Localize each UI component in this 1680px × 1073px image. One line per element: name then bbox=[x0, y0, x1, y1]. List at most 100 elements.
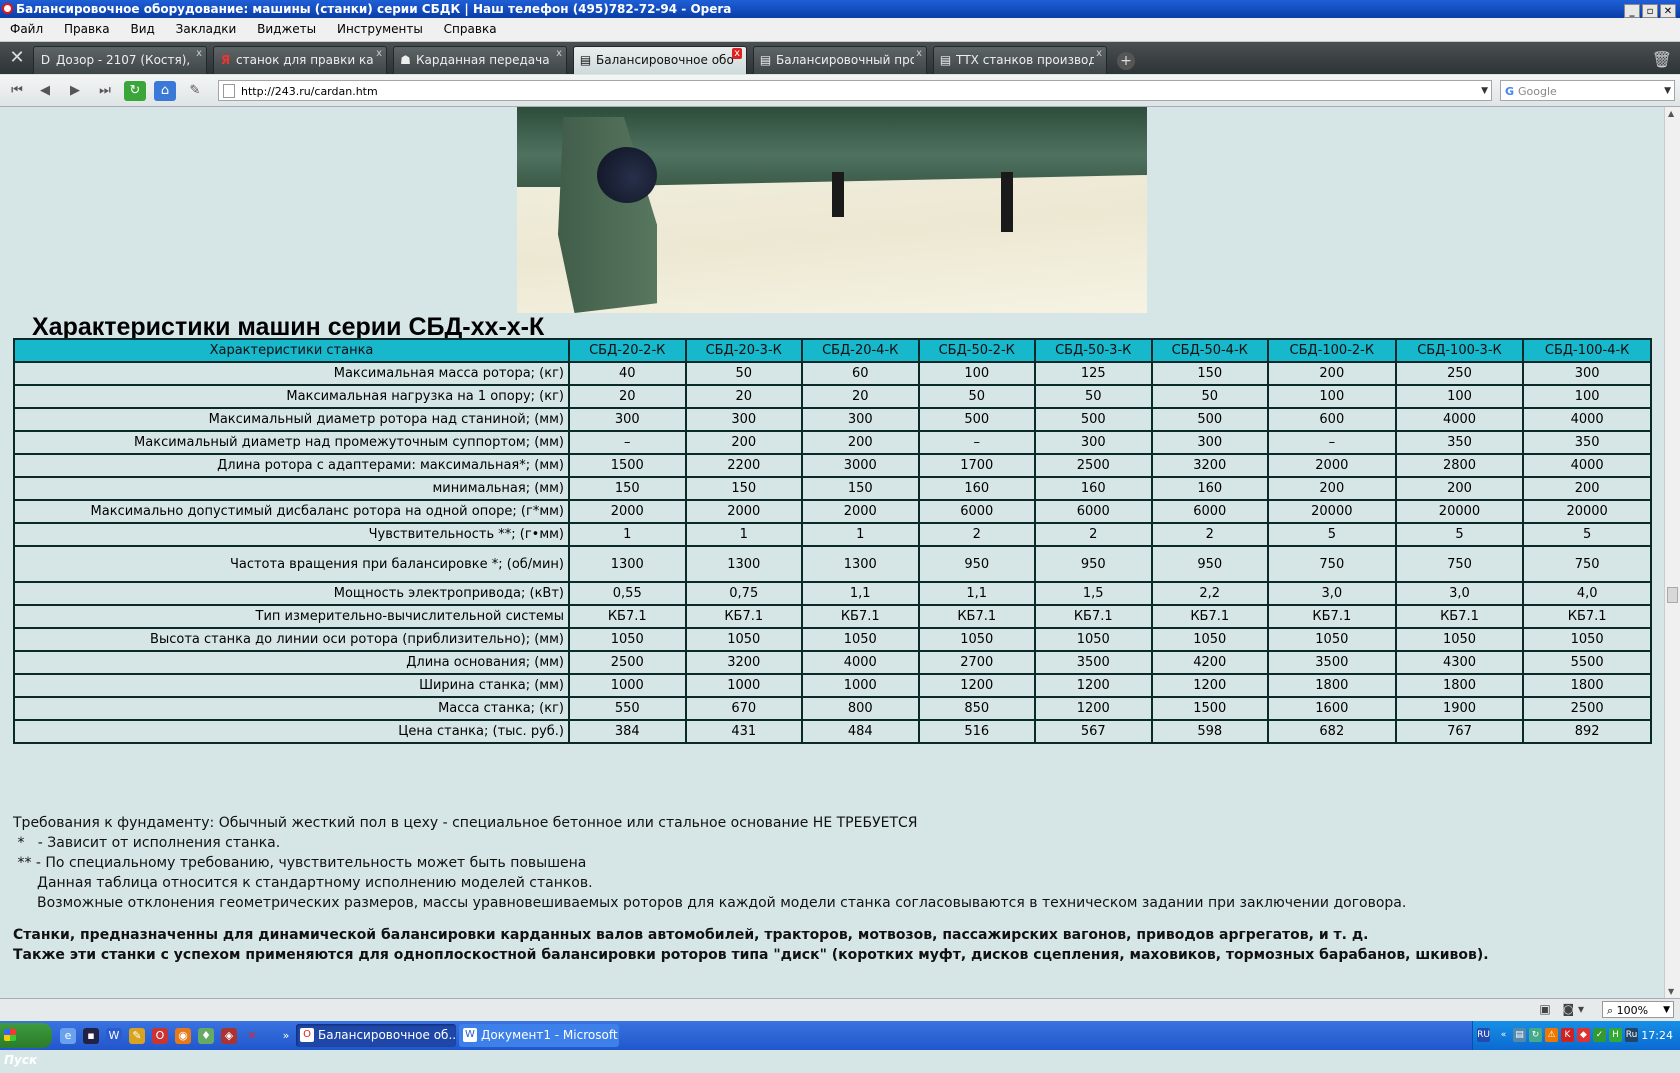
tab-label: Дозор - 2107 (Костя), ... bbox=[56, 53, 194, 67]
security-icon[interactable]: ⚠ bbox=[1545, 1028, 1558, 1042]
opera-icon[interactable]: O bbox=[152, 1028, 168, 1044]
back-icon[interactable]: ◀ bbox=[34, 81, 56, 101]
table-cell: 1500 bbox=[1150, 696, 1269, 721]
language-indicator[interactable]: RU bbox=[1477, 1028, 1490, 1042]
new-tab-icon[interactable]: + bbox=[1117, 52, 1135, 70]
word-icon: W bbox=[463, 1028, 477, 1042]
table-cell: 0,55 bbox=[568, 581, 687, 606]
tab-close-icon[interactable]: x bbox=[196, 48, 202, 59]
tab-favicon-icon: ▤ bbox=[579, 53, 592, 67]
app-icon[interactable]: ♦ bbox=[198, 1028, 214, 1044]
panel-icon[interactable]: ▣ bbox=[1539, 1002, 1550, 1016]
close-window-button[interactable]: ✕ bbox=[1660, 4, 1676, 18]
table-cell: 20 bbox=[684, 384, 803, 409]
tab-close-icon[interactable]: x bbox=[916, 48, 922, 59]
scroll-down-icon[interactable]: ▼ bbox=[1668, 987, 1674, 996]
table-cell: КБ7.1 bbox=[1034, 604, 1153, 629]
tab-6[interactable]: ▤ ТТХ станков производ... x bbox=[933, 46, 1107, 74]
purpose-line: Станки, предназначенны для динамической … bbox=[13, 927, 1369, 943]
zoom-dropdown-icon[interactable]: ▼ bbox=[1663, 1002, 1670, 1019]
tab-favicon-icon: D bbox=[40, 53, 51, 67]
table-cell: 20000 bbox=[1522, 499, 1652, 524]
column-header: СБД-20-3-К bbox=[684, 338, 803, 363]
tool-icon[interactable]: ✎ bbox=[129, 1028, 145, 1044]
tray-expand-icon[interactable]: « bbox=[1497, 1028, 1510, 1042]
reload-icon[interactable]: ↻ bbox=[124, 81, 146, 101]
system-tray: RU « ▤ ↻ ⚠ K ◆ ✓ H Ru 17:24 bbox=[1472, 1021, 1680, 1050]
tab-2[interactable]: Я станок для правки кар... x bbox=[213, 46, 387, 74]
maximize-button[interactable]: ▫ bbox=[1642, 4, 1658, 18]
table-cell: – bbox=[917, 430, 1036, 455]
minimize-button[interactable]: _ bbox=[1624, 4, 1640, 18]
menu-file[interactable]: Файл bbox=[10, 18, 43, 41]
tab-1[interactable]: D Дозор - 2107 (Костя), ... x bbox=[33, 46, 207, 74]
tools-icon[interactable]: ✕ bbox=[4, 47, 30, 69]
table-cell: 100 bbox=[917, 361, 1036, 386]
scrollbar-thumb[interactable] bbox=[1667, 587, 1678, 603]
app-tray-icon[interactable]: ✓ bbox=[1593, 1028, 1606, 1042]
zoom-control[interactable]: ⌕ 100% ▼ bbox=[1602, 1001, 1674, 1018]
table-cell: 1000 bbox=[684, 673, 803, 698]
table-cell: 1050 bbox=[1522, 627, 1652, 652]
menu-view[interactable]: Вид bbox=[130, 18, 154, 41]
antivirus-icon[interactable]: K bbox=[1561, 1028, 1574, 1042]
column-header: СБД-100-2-К bbox=[1267, 338, 1397, 363]
tab-close-icon[interactable]: x bbox=[732, 48, 742, 59]
taskbar-item-opera[interactable]: O Балансировочное об... bbox=[296, 1024, 456, 1047]
taskbar-item-word[interactable]: W Документ1 - Microsoft ... bbox=[459, 1024, 619, 1047]
menu-bookmarks[interactable]: Закладки bbox=[176, 18, 237, 41]
search-dropdown-icon[interactable]: ▼ bbox=[1664, 81, 1671, 102]
word-icon[interactable]: W bbox=[106, 1028, 122, 1044]
table-cell: 950 bbox=[917, 545, 1036, 583]
table-cell: КБ7.1 bbox=[1267, 604, 1397, 629]
camera-icon[interactable]: ◙ bbox=[1562, 1002, 1574, 1016]
firefox-icon[interactable]: ◉ bbox=[175, 1028, 191, 1044]
tab-5[interactable]: ▤ Балансировочный прог... x bbox=[753, 46, 927, 74]
menu-help[interactable]: Справка bbox=[444, 18, 497, 41]
ie-icon[interactable]: e bbox=[60, 1028, 76, 1044]
purpose-line: Также эти станки с успехом применяются д… bbox=[13, 947, 1489, 963]
search-field[interactable]: G Google ▼ bbox=[1500, 80, 1675, 101]
task-label: Балансировочное об... bbox=[318, 1028, 456, 1042]
table-cell: 6000 bbox=[1034, 499, 1153, 524]
app-tray-icon[interactable]: H bbox=[1609, 1028, 1622, 1042]
tab-favicon-icon: ▤ bbox=[939, 53, 952, 67]
update-icon[interactable]: ↻ bbox=[1529, 1028, 1542, 1042]
app-icon[interactable]: ◈ bbox=[221, 1028, 237, 1044]
tab-3[interactable]: ☗ Карданная передача (... x bbox=[393, 46, 567, 74]
tab-close-icon[interactable]: x bbox=[376, 48, 382, 59]
table-cell: 2500 bbox=[1034, 453, 1153, 478]
close-icon[interactable]: ✕ bbox=[244, 1028, 260, 1044]
address-field[interactable]: http://243.ru/cardan.htm ▼ bbox=[218, 80, 1492, 101]
tab-close-icon[interactable]: x bbox=[1096, 48, 1102, 59]
url-dropdown-icon[interactable]: ▼ bbox=[1481, 81, 1488, 102]
table-cell: КБ7.1 bbox=[801, 604, 920, 629]
table-cell: 1200 bbox=[917, 673, 1036, 698]
task-label: Документ1 - Microsoft ... bbox=[481, 1028, 619, 1042]
rewind-icon[interactable]: ⏮ bbox=[6, 81, 28, 101]
menu-edit[interactable]: Правка bbox=[64, 18, 110, 41]
fast-forward-icon[interactable]: ⏭ bbox=[94, 81, 116, 101]
menu-widgets[interactable]: Виджеты bbox=[257, 18, 316, 41]
table-row: Тип измерительно-вычислительной системы К… bbox=[13, 604, 1652, 629]
start-button[interactable]: Пуск bbox=[0, 1023, 52, 1067]
keyboard-layout-icon[interactable]: Ru bbox=[1625, 1028, 1638, 1042]
view-dropdown-icon[interactable]: ▾ bbox=[1578, 1002, 1584, 1016]
table-cell: 200 bbox=[1522, 476, 1652, 501]
vertical-scrollbar[interactable]: ▲ ▼ bbox=[1664, 107, 1680, 998]
tab-4-active[interactable]: ▤ Балансировочное обор... x bbox=[573, 46, 747, 74]
more-icon[interactable]: » bbox=[278, 1028, 294, 1044]
save-icon[interactable]: ▪ bbox=[83, 1028, 99, 1044]
edit-icon[interactable]: ✎ bbox=[184, 81, 206, 101]
trash-icon[interactable]: 🗑 bbox=[1652, 50, 1672, 69]
page-content: Характеристики машин серии СБД-хх-х-К Ха… bbox=[0, 107, 1664, 998]
shield-icon[interactable]: ◆ bbox=[1577, 1028, 1590, 1042]
column-header: СБД-50-4-К bbox=[1150, 338, 1269, 363]
forward-icon[interactable]: ▶ bbox=[64, 81, 86, 101]
menu-tools[interactable]: Инструменты bbox=[337, 18, 423, 41]
scroll-up-icon[interactable]: ▲ bbox=[1668, 109, 1674, 118]
table-cell: 20000 bbox=[1394, 499, 1525, 524]
home-icon[interactable]: ⌂ bbox=[154, 81, 176, 101]
network-icon[interactable]: ▤ bbox=[1513, 1028, 1526, 1042]
tab-close-icon[interactable]: x bbox=[556, 48, 562, 59]
